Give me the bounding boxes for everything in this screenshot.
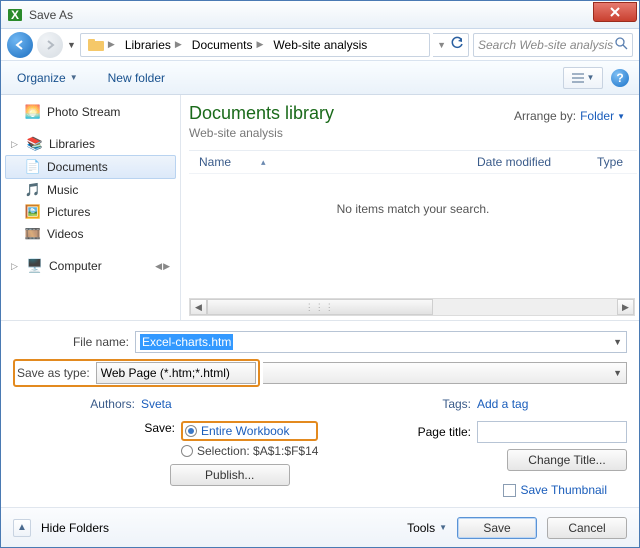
expand-icon[interactable]: ▷ — [11, 139, 21, 150]
tools-menu[interactable]: Tools ▼ — [407, 521, 447, 535]
sidebar-item-music[interactable]: 🎵Music — [1, 179, 180, 201]
breadcrumb-dropdown[interactable]: ▼ — [437, 40, 446, 50]
pictures-icon: 🖼️ — [25, 204, 41, 220]
hide-folders-link[interactable]: Hide Folders — [41, 521, 109, 535]
authors-value[interactable]: Sveta — [141, 397, 172, 411]
cancel-button[interactable]: Cancel — [547, 517, 627, 539]
empty-message: No items match your search. — [189, 174, 637, 298]
page-title-label: Page title: — [418, 425, 471, 439]
save-button[interactable]: Save — [457, 517, 537, 539]
page-title-input[interactable] — [477, 421, 627, 443]
authors-label: Authors: — [13, 397, 135, 411]
music-icon: 🎵 — [25, 182, 41, 198]
nav-bar: ▼ ▶ Libraries ▶ Documents ▶ Web-site ana… — [1, 29, 639, 61]
filename-input[interactable]: Excel-charts.htm ▼ — [135, 331, 627, 353]
window-title: Save As — [29, 8, 73, 22]
radio-entire-workbook[interactable]: Entire Workbook — [185, 424, 289, 438]
save-thumbnail-label[interactable]: Save Thumbnail — [521, 483, 608, 497]
folder-icon[interactable]: ▶ — [83, 34, 120, 56]
sidebar-item-documents[interactable]: 📄Documents — [5, 155, 176, 179]
search-placeholder: Search Web-site analysis — [478, 38, 613, 52]
save-scope-label: Save: — [141, 421, 175, 435]
highlight-entire-workbook: Entire Workbook — [181, 421, 318, 441]
breadcrumb-libraries[interactable]: Libraries ▶ — [120, 34, 187, 56]
help-button[interactable]: ? — [611, 69, 629, 87]
breadcrumb-current[interactable]: Web-site analysis — [268, 34, 372, 56]
dialog-footer: ▲ Hide Folders Tools ▼ Save Cancel — [1, 507, 639, 547]
save-as-dialog: X Save As ▼ ▶ Libraries ▶ Documents ▶ We… — [0, 0, 640, 548]
back-button[interactable] — [7, 32, 33, 58]
radio-selection[interactable]: Selection: $A$1:$F$14 — [181, 444, 318, 458]
close-button[interactable] — [593, 2, 637, 22]
horizontal-scrollbar[interactable]: ◀ ⋮⋮⋮ ▶ — [189, 298, 635, 316]
forward-button[interactable] — [37, 32, 63, 58]
column-date[interactable]: Date modified — [467, 155, 587, 169]
search-icon — [615, 37, 628, 53]
scroll-right-button[interactable]: ▶ — [617, 299, 634, 315]
sidebar-item-videos[interactable]: 🎞️Videos — [1, 223, 180, 245]
filename-label: File name: — [13, 335, 129, 349]
library-subtitle: Web-site analysis — [189, 126, 334, 140]
new-folder-button[interactable]: New folder — [102, 67, 171, 89]
excel-app-icon: X — [7, 7, 23, 23]
sidebar-group-libraries[interactable]: ▷📚Libraries — [1, 133, 180, 155]
arrange-by-dropdown[interactable]: Folder ▼ — [580, 109, 625, 123]
publish-button[interactable]: Publish... — [170, 464, 290, 486]
radio-icon — [181, 445, 193, 457]
nav-history-dropdown[interactable]: ▼ — [67, 40, 76, 50]
savetype-dropdown-icon[interactable]: ▼ — [613, 368, 622, 378]
sidebar-item-photo-stream[interactable]: 🌅Photo Stream — [1, 101, 180, 123]
nav-tree: 🌅Photo Stream ▷📚Libraries 📄Documents 🎵Mu… — [1, 95, 181, 320]
breadcrumb-bar[interactable]: ▶ Libraries ▶ Documents ▶ Web-site analy… — [80, 33, 430, 57]
filename-value: Excel-charts.htm — [140, 334, 233, 350]
sidebar-group-computer[interactable]: ▷🖥️Computer◀▶ — [1, 255, 180, 277]
savetype-value: Web Page (*.htm;*.html) — [101, 366, 230, 380]
breadcrumb-documents[interactable]: Documents ▶ — [187, 34, 269, 56]
videos-icon: 🎞️ — [25, 226, 41, 242]
column-type[interactable]: Type — [587, 155, 637, 169]
svg-text:X: X — [11, 8, 19, 22]
tags-value[interactable]: Add a tag — [477, 397, 627, 411]
refresh-button[interactable] — [450, 36, 464, 53]
toolbar: Organize ▼ New folder ▼ ? — [1, 61, 639, 95]
column-name[interactable]: Name▴ — [189, 155, 467, 169]
sort-indicator-icon: ▴ — [261, 157, 266, 168]
radio-icon — [185, 425, 197, 437]
filename-history-dropdown[interactable]: ▼ — [613, 337, 622, 347]
organize-menu[interactable]: Organize ▼ — [11, 67, 84, 89]
tags-label: Tags: — [442, 397, 471, 411]
column-headers: Name▴ Date modified Type — [189, 150, 637, 174]
save-thumbnail-checkbox[interactable] — [503, 484, 516, 497]
view-options-button[interactable]: ▼ — [563, 67, 603, 89]
hide-folders-icon[interactable]: ▲ — [13, 519, 31, 537]
search-input[interactable]: Search Web-site analysis — [473, 33, 633, 57]
titlebar: X Save As — [1, 1, 639, 29]
scroll-left-button[interactable]: ◀ — [190, 299, 207, 315]
savetype-combo[interactable]: Web Page (*.htm;*.html) — [96, 362, 256, 384]
save-options-pane: File name: Excel-charts.htm ▼ Save as ty… — [1, 320, 639, 507]
arrange-by: Arrange by: Folder ▼ — [514, 109, 625, 123]
library-title: Documents library — [189, 103, 334, 124]
savetype-label: Save as type: — [17, 366, 90, 380]
scroll-thumb[interactable]: ⋮⋮⋮ — [207, 299, 433, 315]
photo-stream-icon: 🌅 — [25, 104, 41, 120]
expand-icon[interactable]: ▷ — [11, 261, 21, 272]
savetype-combo-ext[interactable]: ▼ — [263, 362, 627, 384]
highlight-save-as-type: Save as type: Web Page (*.htm;*.html) — [13, 359, 260, 387]
sidebar-item-pictures[interactable]: 🖼️Pictures — [1, 201, 180, 223]
change-title-button[interactable]: Change Title... — [507, 449, 627, 471]
libraries-icon: 📚 — [27, 136, 43, 152]
computer-icon: 🖥️ — [27, 258, 43, 274]
file-list-pane: Documents library Web-site analysis Arra… — [181, 95, 639, 320]
documents-icon: 📄 — [25, 159, 41, 175]
